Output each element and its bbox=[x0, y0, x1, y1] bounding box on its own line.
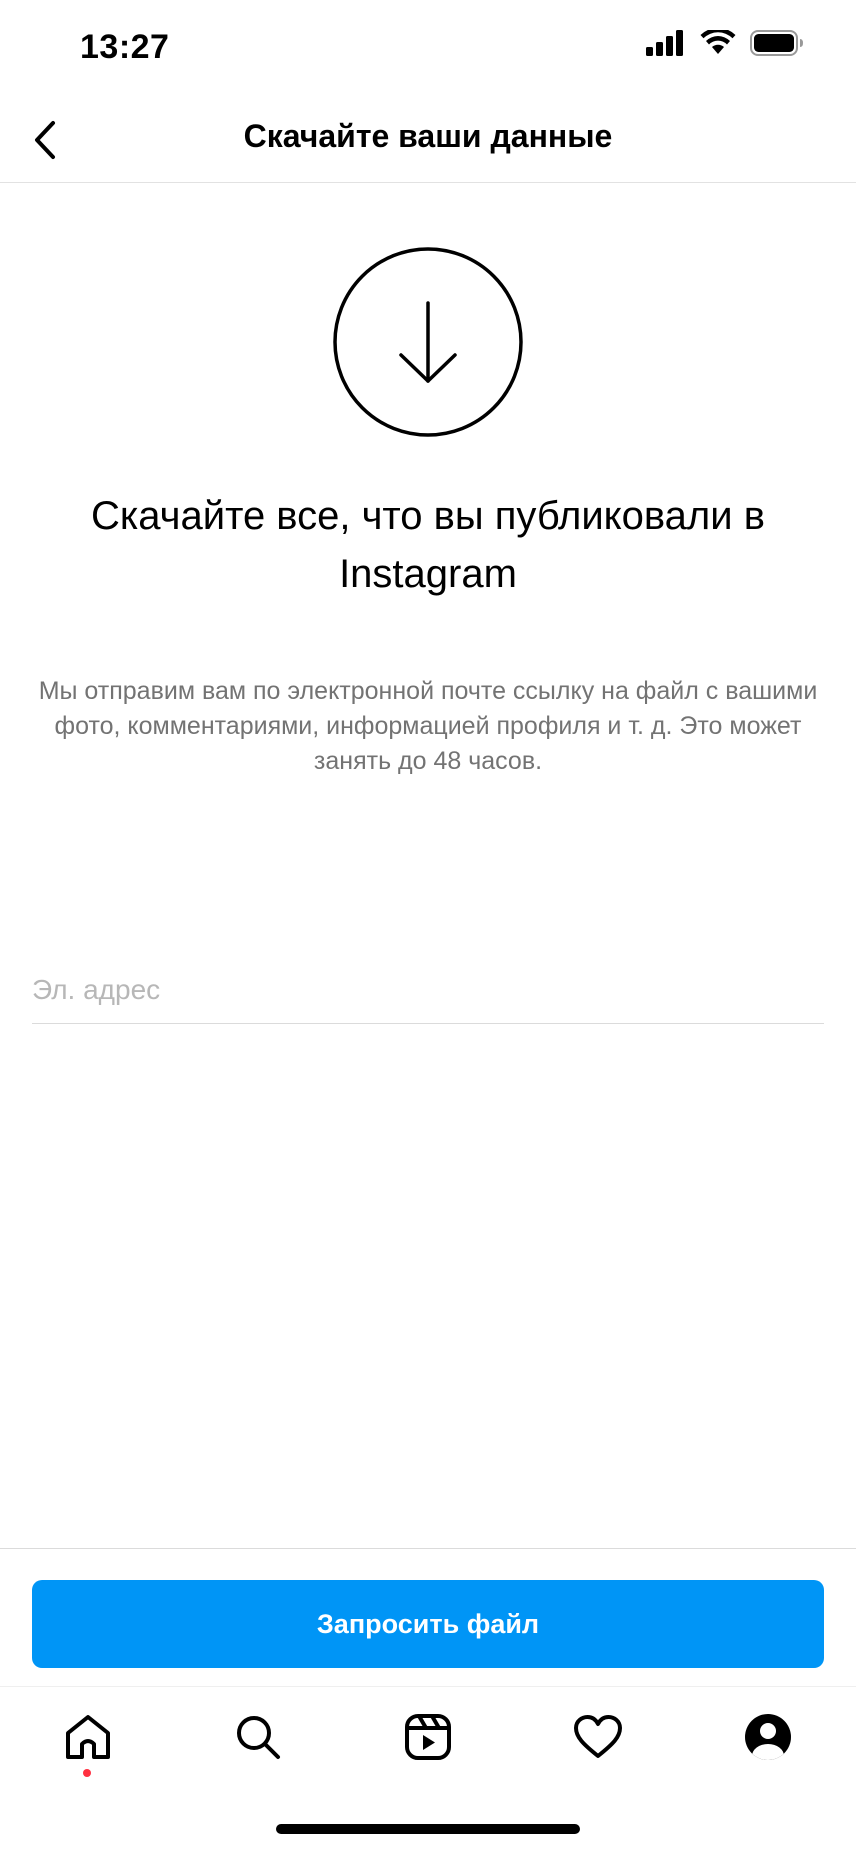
request-file-button[interactable]: Запросить файл bbox=[32, 1580, 824, 1668]
tab-activity[interactable] bbox=[566, 1705, 630, 1769]
page-title: Скачайте ваши данные bbox=[243, 118, 613, 154]
main-heading: Скачайте все, что вы публиковали в Insta… bbox=[91, 494, 765, 596]
profile-icon bbox=[745, 1714, 791, 1760]
tab-search[interactable] bbox=[226, 1705, 290, 1769]
search-icon bbox=[237, 1716, 280, 1759]
tab-bar bbox=[0, 1686, 856, 1787]
battery-icon bbox=[750, 30, 803, 56]
status-bar: 13:27 bbox=[0, 0, 856, 100]
nav-header: Скачайте ваши данные bbox=[0, 100, 856, 183]
status-time: 13:27 bbox=[80, 28, 170, 66]
reels-icon bbox=[405, 1714, 451, 1760]
home-icon bbox=[66, 1715, 110, 1759]
tab-profile[interactable] bbox=[736, 1705, 800, 1769]
notification-dot bbox=[83, 1769, 91, 1777]
divider bbox=[0, 1548, 856, 1549]
tab-home[interactable] bbox=[56, 1705, 120, 1769]
download-arrow-icon bbox=[333, 247, 523, 437]
status-icons bbox=[646, 30, 804, 56]
heart-icon bbox=[574, 1715, 622, 1758]
description-text: Мы отправим вам по электронной почте ссы… bbox=[38, 677, 818, 775]
email-field[interactable] bbox=[32, 964, 824, 1024]
cellular-signal-icon bbox=[646, 30, 683, 56]
home-indicator bbox=[276, 1824, 580, 1834]
wifi-icon bbox=[700, 30, 736, 54]
tab-reels[interactable] bbox=[396, 1705, 460, 1769]
